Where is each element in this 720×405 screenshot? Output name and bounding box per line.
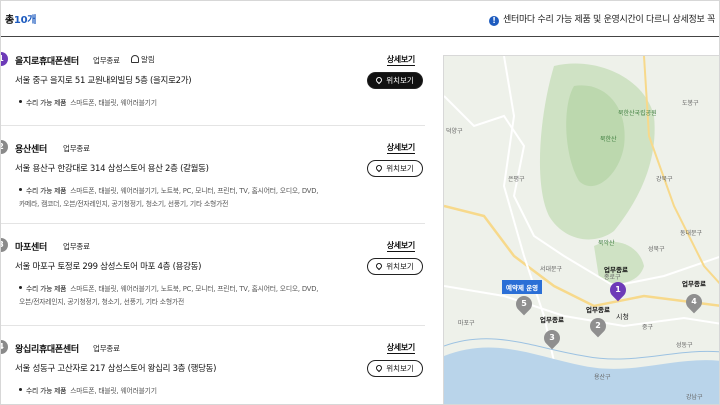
map-label: 중구 [642,324,654,331]
map-marker-icon [374,261,384,271]
map-label: 서대문구 [540,266,563,273]
map-label: 덕양구 [446,128,463,135]
list-pin-icon: 2 [1,140,8,154]
map-label: 강남구 [686,394,703,401]
bullet-icon [19,188,22,191]
map-pin-1[interactable]: 1 [606,278,630,302]
map-label: 성북구 [648,246,665,253]
locate-button[interactable]: 위치보기 [367,160,423,177]
center-address: 서울 성동구 고산자로 217 삼성스토어 왕십리 3층 (행당동) [15,364,217,374]
repair-products: 수리 가능 제품 스마트폰, 태블릿, 웨어러블기기, 노트북, PC, 모니터,… [19,283,359,309]
repair-list: 스마트폰, 태블릿, 웨어러블기기 [70,387,157,395]
bullet-icon [19,388,22,391]
map-pin-number: 3 [549,333,555,342]
map-label: 마포구 [458,320,475,327]
count-value: 10개 [13,15,37,26]
map-label: 도봉구 [682,100,699,107]
result-count: 총10개 [5,11,36,26]
list-pin-icon: 4 [1,340,8,354]
bell-icon [131,55,139,63]
locate-button[interactable]: 위치보기 [367,258,423,275]
map-marker-icon [374,363,384,373]
status-badge: 업무종료 [93,56,120,65]
status-badge: 업무종료 [93,344,120,353]
repair-label: 수리 가능 제품 [26,285,67,293]
list-pin-icon: 1 [1,52,8,66]
map-pin-2[interactable]: 2 [586,314,610,338]
map-marker-icon [374,75,384,85]
repair-list: 스마트폰, 태블릿, 웨어러블기기, 노트북, PC, 모니터, 프린터, TV… [70,187,319,195]
map-label: 북한산국립공원 [618,110,657,117]
map-pin-number: 2 [595,321,601,330]
repair-label: 수리 가능 제품 [26,99,67,107]
map-status-label: 업무종료 [682,280,706,288]
map-pin-number: 1 [615,285,621,294]
map-status-label: 업무종료 [604,266,628,274]
status-badge: 업무종료 [63,144,90,153]
center-card: 2 용산센터 업무종료 상세보기 서울 용산구 한강대로 314 삼성스토어 용… [1,126,425,224]
center-address: 서울 용산구 한강대로 314 삼성스토어 용산 2층 (갈월동) [15,164,209,174]
repair-products: 수리 가능 제품 스마트폰, 태블릿, 웨어러블기기, 노트북, PC, 모니터,… [19,185,359,211]
map-pin-3[interactable]: 3 [540,326,564,350]
map-pin-number: 5 [521,299,527,308]
detail-link[interactable]: 상세보기 [386,240,415,252]
list-pin-icon: 3 [1,238,8,252]
alarm-label: 알림 [141,55,155,64]
locate-label: 위치보기 [386,164,414,173]
center-address: 서울 마포구 토정로 299 삼성스토어 마포 4층 (용강동) [15,262,202,272]
alarm-button[interactable]: 알림 [131,54,155,65]
map-pin-4[interactable]: 4 [682,290,706,314]
locate-button[interactable]: 위치보기 [367,360,423,377]
repair-label: 수리 가능 제품 [26,387,67,395]
notice-message: 센터마다 수리 가능 제품 및 운영시간이 다르니 상세정보 꼭 [502,15,715,25]
repair-label: 수리 가능 제품 [26,187,67,195]
repair-list: 스마트폰, 태블릿, 웨어러블기기, 노트북, PC, 모니터, 프린터, TV… [70,285,319,293]
map-background [444,56,719,404]
status-badge: 업무종료 [63,242,90,251]
map-marker-icon [374,163,384,173]
map-status-label: 업무종료 [586,306,610,314]
center-name[interactable]: 마포센터 [15,240,47,253]
repair-products: 수리 가능 제품 스마트폰, 태블릿, 웨어러블기기 [19,385,359,398]
map-label: 은평구 [508,176,525,183]
repair-list-continued: 카메라, 캠코더, 오븐/전자레인지, 공기청정기, 청소기, 선풍기, 기타 … [19,200,229,208]
map-label: 용산구 [594,374,611,381]
detail-link[interactable]: 상세보기 [386,142,415,154]
center-address: 서울 중구 을지로 51 교원내외빌딩 5층 (을지로2가) [15,76,192,86]
map-view[interactable]: 도봉구 북한산국립공원 북한산 강북구 덕양구 은평구 성북구 북악산 종로구 … [443,55,719,404]
locate-label: 위치보기 [386,76,414,85]
map-label: 동대문구 [680,230,703,237]
bullet-icon [19,286,22,289]
center-list[interactable]: 1 을지로휴대폰센터 업무종료 알림 상세보기 서울 중구 을지로 51 교원내… [1,38,433,404]
detail-link[interactable]: 상세보기 [386,342,415,354]
map-pin-number: 4 [691,297,697,306]
center-name[interactable]: 을지로휴대폰센터 [15,54,79,67]
list-header: 총10개 ! 센터마다 수리 가능 제품 및 운영시간이 다르니 상세정보 꼭 [1,1,719,37]
locate-button[interactable]: 위치보기 [367,72,423,89]
center-card: 3 마포센터 업무종료 상세보기 서울 마포구 토정로 299 삼성스토어 마포… [1,224,425,326]
reservation-badge: 예약제 운영 [502,280,543,294]
map-pin-5[interactable]: 5 [512,292,536,316]
map-status-label: 업무종료 [540,316,564,324]
map-label: 강북구 [656,176,673,183]
map-label: 북악산 [598,240,615,247]
center-name[interactable]: 용산센터 [15,142,47,155]
locate-label: 위치보기 [386,364,414,373]
center-card: 1 을지로휴대폰센터 업무종료 알림 상세보기 서울 중구 을지로 51 교원내… [1,38,425,126]
center-name[interactable]: 왕십리휴대폰센터 [15,342,79,355]
notice-text: ! 센터마다 수리 가능 제품 및 운영시간이 다르니 상세정보 꼭 [488,12,715,26]
detail-link[interactable]: 상세보기 [386,54,415,66]
map-label: 성동구 [676,342,693,349]
locate-label: 위치보기 [386,262,414,271]
repair-products: 수리 가능 제품 스마트폰, 태블릿, 웨어러블기기 [19,97,359,110]
map-label: 시청 [616,313,629,321]
repair-list-continued: 오븐/전자레인지, 공기청정기, 청소기, 선풍기, 기타 소형가전 [19,298,185,306]
center-card: 4 왕십리휴대폰센터 업무종료 상세보기 서울 성동구 고산자로 217 삼성스… [1,326,425,404]
center-finder-page: 총10개 !센터마다 수리 가능 제품 및 운영시간이 다르니 상세정보 꼭 1… [0,0,720,405]
bullet-icon [19,100,22,103]
repair-list: 스마트폰, 태블릿, 웨어러블기기 [70,99,157,107]
info-icon: ! [488,16,499,26]
map-label: 북한산 [600,136,617,143]
count-prefix: 총 [5,15,14,26]
